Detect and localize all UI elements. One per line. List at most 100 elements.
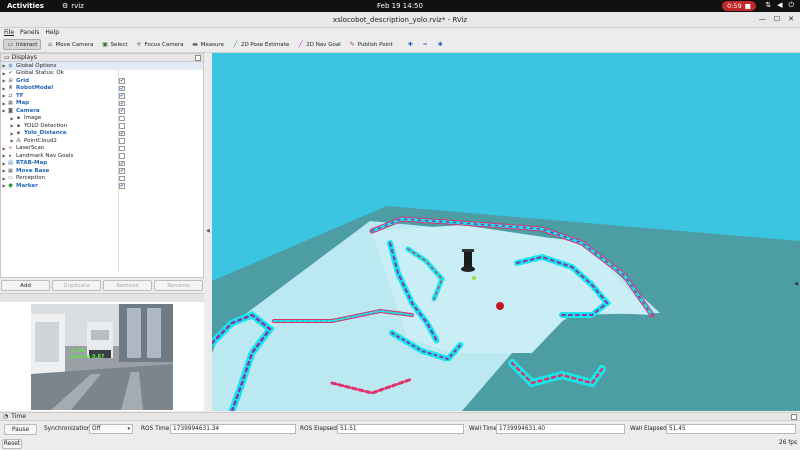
close-icon[interactable]: ✕ bbox=[788, 15, 794, 23]
marker-icon: ⬢ bbox=[8, 182, 13, 189]
display-item-pointcloud2[interactable]: ▶ ⁂ PointCloud2 bbox=[1, 137, 203, 145]
activities-button[interactable]: Activities bbox=[7, 2, 44, 10]
add-button[interactable]: Add bbox=[1, 280, 50, 291]
check-icon: ✔ bbox=[8, 70, 13, 77]
menu-panels[interactable]: Panels bbox=[20, 29, 39, 36]
sync-select[interactable]: Off ▾ bbox=[89, 424, 133, 434]
display-item-label: Global Status: Ok bbox=[16, 70, 64, 77]
tf-icon: ⇄ bbox=[8, 92, 13, 99]
tool-label: Focus Camera bbox=[144, 41, 184, 48]
image-icon: ▪ bbox=[16, 115, 21, 122]
collapse-left-icon[interactable]: ◀ bbox=[206, 228, 210, 234]
display-item-map[interactable]: ▶ ▦ Map ✔ bbox=[1, 100, 203, 108]
enable-checkbox[interactable]: ✔ bbox=[119, 78, 125, 84]
display-item-label: Camera bbox=[16, 107, 40, 114]
display-item-rtab-map[interactable]: ▶ ▤ RTAB-Map ✔ bbox=[1, 160, 203, 168]
tool-interact[interactable]: ▭ Interact bbox=[3, 39, 42, 50]
system-tray[interactable]: ⇅ ◀ ⏻ bbox=[765, 1, 794, 10]
display-item-marker[interactable]: ▶ ⬢ Marker ✔ bbox=[1, 182, 203, 190]
enable-checkbox[interactable] bbox=[119, 115, 125, 121]
interact-icon: ▭ bbox=[7, 41, 14, 48]
enable-checkbox[interactable]: ✔ bbox=[119, 85, 125, 91]
display-item-laserscan[interactable]: ▶ ≈ LaserScan bbox=[1, 145, 203, 153]
display-item-perception[interactable]: ▶ ▭ Perception bbox=[1, 175, 203, 183]
measure-icon: ▬ bbox=[192, 41, 198, 48]
display-item-label: Map bbox=[16, 100, 30, 107]
tool-2d-pose-estimate[interactable]: ╱ 2D Pose Estimate bbox=[229, 39, 292, 50]
tool-focus-camera[interactable]: ✛ Focus Camera bbox=[133, 39, 187, 50]
enable-checkbox[interactable]: ✔ bbox=[119, 183, 125, 189]
enable-checkbox[interactable]: ✔ bbox=[119, 160, 125, 166]
tool-publish-point[interactable]: ✎ Publish Point bbox=[346, 39, 396, 50]
tool-measure[interactable]: ▬ Measure bbox=[189, 39, 227, 50]
pause-button[interactable]: Pause bbox=[4, 424, 37, 435]
display-item-yolo-distance[interactable]: ▶ ▪ Yolo_Distance ✔ bbox=[1, 130, 203, 138]
image-icon: ▪ bbox=[16, 130, 21, 137]
rename-button[interactable]: Rename bbox=[154, 280, 203, 291]
menu-help[interactable]: Help bbox=[45, 29, 59, 36]
display-item-grid[interactable]: ▶ ⊞ Grid ✔ bbox=[1, 77, 203, 85]
time-panel-title: Time bbox=[11, 413, 26, 420]
network-icon: ⇅ bbox=[765, 1, 772, 9]
display-item-global-status-ok[interactable]: ▶ ✔ Global Status: Ok bbox=[1, 70, 203, 78]
display-item-global-options[interactable]: ▶ ◍ Global Options bbox=[1, 62, 203, 70]
collapse-right-icon[interactable]: ◀ bbox=[794, 281, 798, 287]
tool-select[interactable]: ▣ Select bbox=[99, 39, 131, 50]
enable-checkbox[interactable] bbox=[119, 138, 125, 144]
ros-time-field[interactable]: 1739994631.34 bbox=[170, 424, 296, 434]
enable-checkbox[interactable] bbox=[119, 123, 125, 129]
display-item-label: PointCloud2 bbox=[24, 137, 57, 144]
displays-buttons: Add Duplicate Remove Rename bbox=[0, 279, 204, 292]
tool-add-button[interactable]: ✚ bbox=[404, 39, 417, 50]
pose-estimate-icon: ╱ bbox=[233, 41, 238, 48]
display-item-camera[interactable]: ▶ ◙ Camera ✔ bbox=[1, 107, 203, 115]
panel-splitter[interactable] bbox=[0, 293, 204, 302]
wall-elapsed-field[interactable]: 51.45 bbox=[666, 424, 796, 434]
chevron-down-icon: ▾ bbox=[127, 426, 130, 432]
display-item-landmark-nav-goals[interactable]: ▶ ▸ Landmark Nav Goals bbox=[1, 152, 203, 160]
display-item-yolo-detection[interactable]: ▶ ▪ YOLO Detection bbox=[1, 122, 203, 130]
display-item-label: Move Base bbox=[16, 167, 50, 174]
ros-elapsed-value: 51.51 bbox=[340, 426, 357, 432]
remove-button[interactable]: Remove bbox=[103, 280, 152, 291]
panel-close-button[interactable] bbox=[195, 55, 201, 61]
enable-checkbox[interactable] bbox=[119, 145, 125, 151]
tool-move-camera[interactable]: ⌂ Move Camera bbox=[43, 39, 96, 50]
tool-config-button[interactable]: ✱ bbox=[434, 39, 447, 50]
tool-remove-button[interactable]: ━ bbox=[419, 39, 432, 50]
enable-checkbox[interactable] bbox=[119, 175, 125, 181]
ros-elapsed-field[interactable]: 51.51 bbox=[337, 424, 464, 434]
display-item-label: Global Options bbox=[16, 62, 57, 69]
enable-checkbox[interactable]: ✔ bbox=[119, 108, 125, 114]
left-splitter[interactable]: ◀ bbox=[204, 53, 212, 411]
display-item-robotmodel[interactable]: ▶ ♜ RobotModel ✔ bbox=[1, 85, 203, 93]
screen-recording-indicator[interactable]: 0:59 ■ bbox=[722, 1, 756, 11]
enable-checkbox[interactable] bbox=[119, 153, 125, 159]
display-item-move-base[interactable]: ▶ ▦ Move Base ✔ bbox=[1, 167, 203, 175]
minimize-icon[interactable]: — bbox=[759, 15, 766, 23]
menu-file[interactable]: File bbox=[4, 29, 14, 36]
enable-checkbox[interactable]: ✔ bbox=[119, 100, 125, 106]
display-item-label: LaserScan bbox=[16, 145, 45, 152]
time-panel-close-button[interactable] bbox=[791, 414, 797, 420]
tool-2d-nav-goal[interactable]: ╱ 2D Nav Goal bbox=[294, 39, 344, 50]
wall-time-field[interactable]: 1739994631.40 bbox=[496, 424, 625, 434]
duplicate-button[interactable]: Duplicate bbox=[52, 280, 101, 291]
maximize-icon[interactable]: ☐ bbox=[774, 15, 780, 23]
laserscan-icon: ≈ bbox=[8, 145, 13, 152]
monitor-icon: ▭ bbox=[4, 54, 10, 61]
reset-button[interactable]: Reset bbox=[2, 439, 22, 449]
app-menu[interactable]: ⚙ rviz bbox=[62, 2, 84, 10]
display-item-label: Marker bbox=[16, 182, 38, 189]
display-item-image[interactable]: ▶ ▪ Image bbox=[1, 115, 203, 123]
robot-icon: ♜ bbox=[8, 85, 13, 92]
enable-checkbox[interactable]: ✔ bbox=[119, 93, 125, 99]
clock[interactable]: Feb 19 14:50 bbox=[0, 2, 800, 10]
pointcloud-icon: ⁂ bbox=[16, 137, 21, 144]
landmark-icon: ▸ bbox=[9, 152, 12, 159]
display-item-tf[interactable]: ▶ ⇄ TF ✔ bbox=[1, 92, 203, 100]
enable-checkbox[interactable]: ✔ bbox=[119, 168, 125, 174]
folder-icon: ▭ bbox=[8, 175, 13, 182]
enable-checkbox[interactable]: ✔ bbox=[119, 130, 125, 136]
3d-render-view[interactable]: ◀ bbox=[212, 53, 800, 411]
